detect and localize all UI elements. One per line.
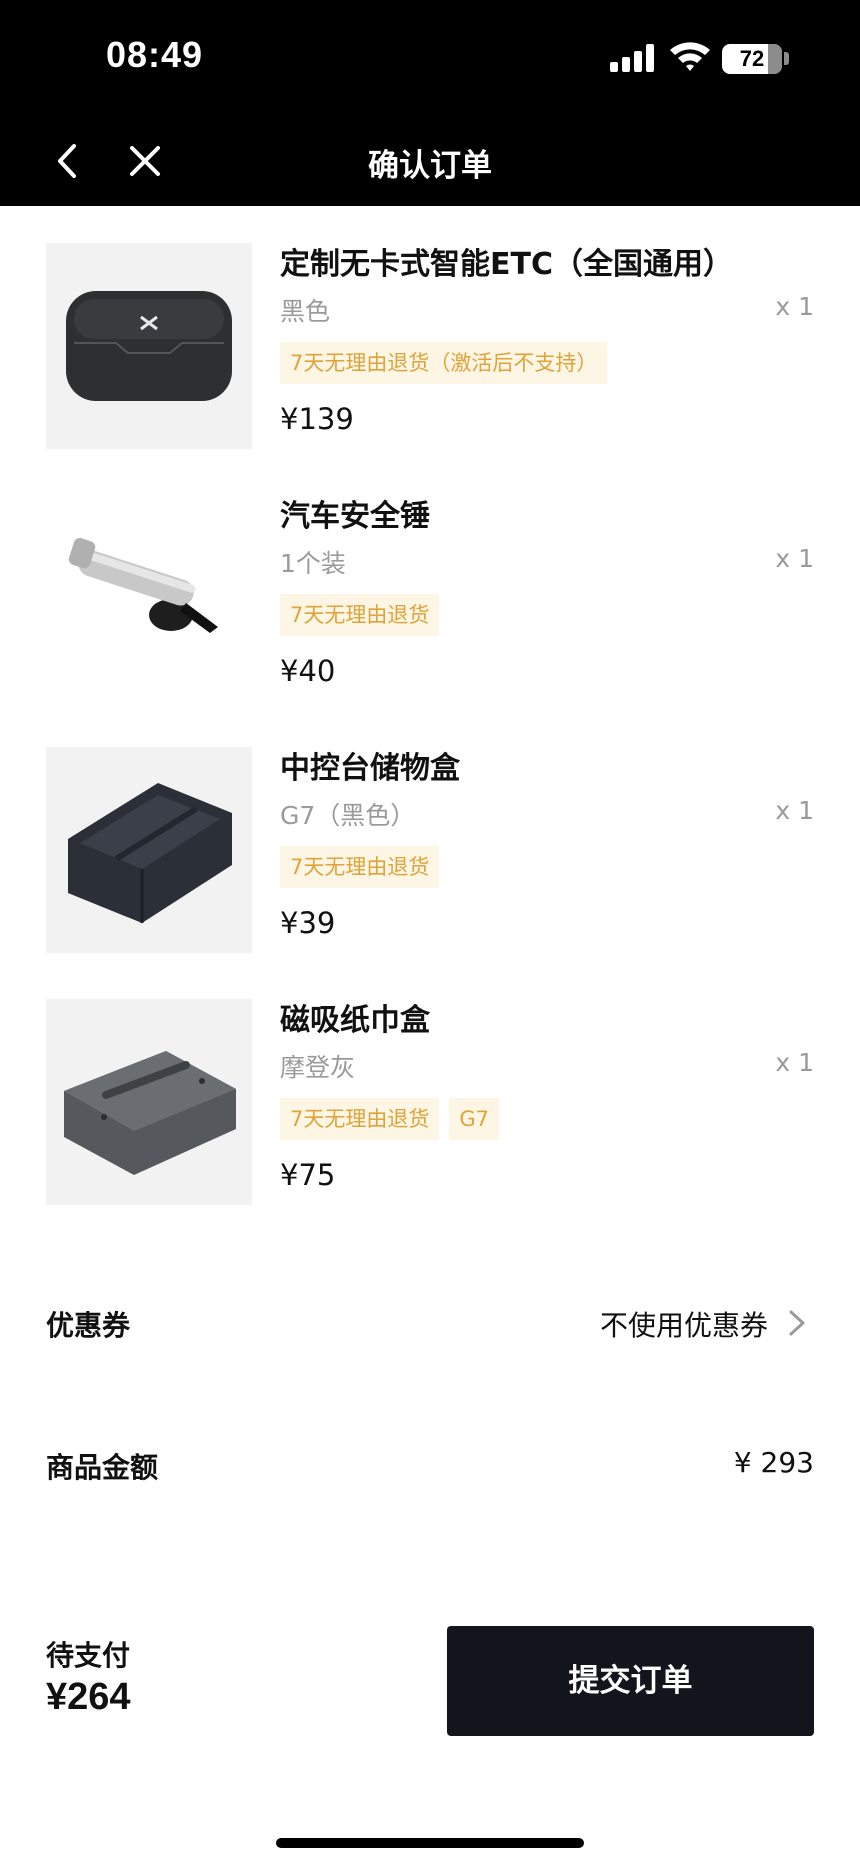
product-price: ¥139 [280, 402, 354, 436]
product-name: 汽车安全锤 [280, 499, 430, 534]
product-item-tissue-box[interactable]: 磁吸纸巾盒 摩登灰 x 1 7天无理由退货 G7 ¥75 [0, 962, 860, 1212]
chevron-right-icon [789, 1310, 805, 1336]
subtotal-row: 商品金额 ¥ 293 [46, 1434, 814, 1494]
status-time: 08:49 [106, 34, 204, 75]
product-spec: G7（黑色） [280, 801, 416, 830]
return-policy-tag: 7天无理由退货 [280, 846, 440, 888]
product-name: 磁吸纸巾盒 [280, 1003, 430, 1038]
coupon-label: 优惠券 [46, 1309, 131, 1342]
product-name: 定制无卡式智能ETC（全国通用） [280, 247, 733, 282]
product-image-tissue-box [46, 999, 252, 1205]
product-image-storage-box [46, 747, 252, 953]
return-policy-tag: 7天无理由退货 [280, 1098, 440, 1140]
subtotal-value: ¥ 293 [733, 1446, 814, 1479]
return-policy-tag: 7天无理由退货 [280, 594, 440, 636]
page-title: 确认订单 [368, 148, 492, 184]
wifi-icon [670, 42, 710, 71]
product-item-storage-box[interactable]: 中控台储物盒 G7（黑色） x 1 7天无理由退货 ¥39 [0, 710, 860, 960]
product-tags: 7天无理由退货 [280, 594, 440, 636]
home-indicator[interactable] [276, 1838, 584, 1848]
product-tags: 7天无理由退货（激活后不支持） [280, 342, 608, 384]
battery-cap [784, 52, 789, 65]
product-quantity: x 1 [775, 292, 814, 321]
coupon-row[interactable]: 优惠券 不使用优惠券 [46, 1292, 814, 1352]
product-image-safety-hammer [46, 495, 252, 701]
product-price: ¥40 [280, 654, 336, 688]
return-policy-tag: 7天无理由退货（激活后不支持） [280, 342, 608, 384]
battery-icon: 72 [722, 44, 782, 74]
subtotal-label: 商品金额 [46, 1451, 159, 1484]
product-image-etc [46, 243, 252, 449]
product-name: 中控台储物盒 [280, 751, 460, 786]
cellular-signal-icon [610, 44, 656, 72]
coupon-value: 不使用优惠券 [599, 1309, 768, 1342]
product-tags: 7天无理由退货 [280, 846, 440, 888]
submit-order-button[interactable]: 提交订单 [447, 1626, 814, 1736]
product-item-safety-hammer[interactable]: 汽车安全锤 1个装 x 1 7天无理由退货 ¥40 [0, 458, 860, 708]
product-item-etc[interactable]: 定制无卡式智能ETC（全国通用） 黑色 x 1 7天无理由退货（激活后不支持） … [0, 206, 860, 456]
nav-bar: 确认订单 [0, 118, 860, 206]
pay-amount: ¥264 [46, 1676, 131, 1718]
battery-level: 72 [739, 46, 765, 71]
product-quantity: x 1 [775, 796, 814, 825]
product-quantity: x 1 [775, 1048, 814, 1077]
pay-label: 待支付 [46, 1639, 131, 1672]
status-bar: 08:49 72 [0, 0, 860, 118]
product-spec: 1个装 [280, 549, 346, 578]
product-price: ¥39 [280, 906, 336, 940]
product-tags: 7天无理由退货 G7 [280, 1098, 500, 1140]
product-price: ¥75 [280, 1158, 336, 1192]
product-spec: 摩登灰 [280, 1053, 356, 1082]
product-spec: 黑色 [280, 297, 331, 326]
product-quantity: x 1 [775, 544, 814, 573]
model-tag: G7 [449, 1098, 500, 1140]
